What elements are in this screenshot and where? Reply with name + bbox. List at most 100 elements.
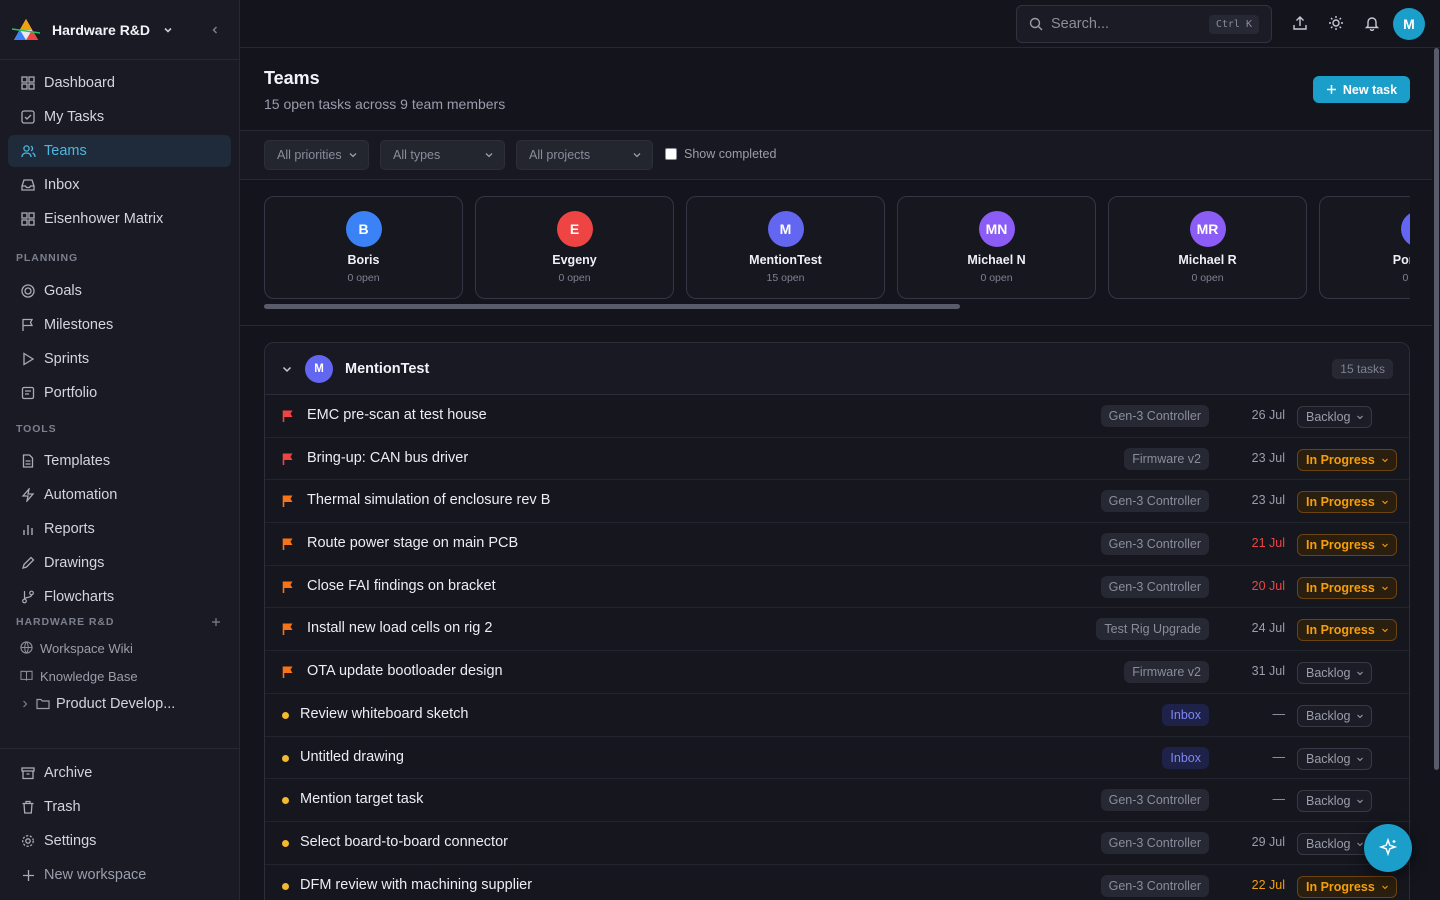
task-row[interactable]: Select board-to-board connector Gen-3 Con… bbox=[265, 822, 1409, 865]
nav-goals[interactable]: Goals bbox=[8, 275, 231, 307]
task-title[interactable]: Review whiteboard sketch bbox=[300, 706, 468, 722]
task-title[interactable]: Close FAI findings on bracket bbox=[307, 578, 496, 594]
group-header[interactable]: M MentionTest 15 tasks bbox=[265, 343, 1409, 395]
status-dropdown[interactable]: Backlog bbox=[1297, 662, 1373, 685]
nav-workspace-wiki[interactable]: Workspace Wiki bbox=[8, 634, 231, 662]
member-card[interactable]: E Evgeny 0 open bbox=[475, 196, 674, 299]
nav-trash[interactable]: Trash bbox=[8, 791, 231, 823]
user-avatar[interactable]: M bbox=[1393, 8, 1425, 40]
task-title[interactable]: EMC pre-scan at test house bbox=[307, 407, 487, 423]
task-row[interactable]: Mention target task Gen-3 Controller — Back… bbox=[265, 779, 1409, 822]
task-title[interactable]: Bring-up: CAN bus driver bbox=[307, 450, 468, 466]
project-tag[interactable]: Gen-3 Controller bbox=[1100, 789, 1209, 812]
task-title[interactable]: Install new load cells on rig 2 bbox=[307, 620, 492, 636]
search-box[interactable]: Search... Ctrl K bbox=[1016, 5, 1272, 43]
status-dropdown[interactable]: Backlog bbox=[1297, 790, 1373, 813]
status-dropdown[interactable]: Backlog bbox=[1297, 747, 1373, 770]
task-row[interactable]: OTA update bootloader design Firmware v2 3… bbox=[265, 651, 1409, 694]
task-row[interactable]: Untitled drawing Inbox — Backlog bbox=[265, 737, 1409, 780]
task-title[interactable]: DFM review with machining supplier bbox=[300, 877, 532, 893]
chevron-down-icon bbox=[1381, 500, 1388, 505]
nav-templates[interactable]: Templates bbox=[8, 445, 231, 477]
project-tag[interactable]: Firmware v2 bbox=[1124, 661, 1209, 684]
task-title[interactable]: Route power stage on main PCB bbox=[307, 535, 518, 551]
task-row[interactable]: Thermal simulation of enclosure rev B Gen… bbox=[265, 480, 1409, 524]
priority-dot-icon bbox=[282, 839, 289, 847]
nav-inbox[interactable]: Inbox bbox=[8, 169, 231, 201]
project-tag[interactable]: Inbox bbox=[1162, 703, 1209, 726]
project-tag[interactable]: Gen-3 Controller bbox=[1100, 533, 1209, 556]
chevron-right-icon[interactable] bbox=[20, 699, 30, 709]
project-tag[interactable]: Gen-3 Controller bbox=[1100, 575, 1209, 598]
chevron-down-icon[interactable] bbox=[281, 363, 293, 375]
task-title[interactable]: Select board-to-board connector bbox=[300, 834, 508, 850]
status-dropdown[interactable]: In Progress bbox=[1297, 619, 1397, 642]
task-row[interactable]: Review whiteboard sketch Inbox — Backlog bbox=[265, 694, 1409, 737]
status-dropdown[interactable]: In Progress bbox=[1297, 448, 1397, 471]
nav-knowledge-base[interactable]: Knowledge Base bbox=[8, 662, 231, 690]
project-tag[interactable]: Gen-3 Controller bbox=[1100, 874, 1209, 897]
upload-icon[interactable] bbox=[1292, 15, 1308, 31]
task-row[interactable]: Close FAI findings on bracket Gen-3 Contr… bbox=[265, 566, 1409, 609]
collapse-sidebar-icon[interactable] bbox=[209, 24, 221, 36]
group-name: MentionTest bbox=[345, 360, 430, 377]
status-dropdown[interactable]: Backlog bbox=[1297, 406, 1373, 428]
project-tag[interactable]: Inbox bbox=[1162, 746, 1209, 769]
filter-bar: All priorities All types All projects Sh… bbox=[240, 131, 1432, 180]
status-dropdown[interactable]: In Progress bbox=[1297, 491, 1397, 514]
member-card[interactable]: P Portfolio 0 open bbox=[1319, 196, 1410, 299]
show-completed-checkbox[interactable] bbox=[665, 148, 677, 160]
project-tag[interactable]: Firmware v2 bbox=[1124, 447, 1209, 470]
status-dropdown[interactable]: In Progress bbox=[1297, 534, 1397, 557]
task-row[interactable]: Install new load cells on rig 2 Test Rig … bbox=[265, 608, 1409, 652]
new-task-button[interactable]: New task bbox=[1313, 76, 1410, 103]
sun-icon[interactable] bbox=[1328, 15, 1344, 31]
member-card[interactable]: MR Michael R 0 open bbox=[1108, 196, 1307, 299]
member-card[interactable]: M MentionTest 15 open bbox=[686, 196, 885, 299]
ai-assistant-button[interactable] bbox=[1364, 824, 1412, 872]
type-filter[interactable]: All types bbox=[380, 140, 505, 170]
nav-sprints[interactable]: Sprints bbox=[8, 343, 231, 375]
nav-flowcharts[interactable]: Flowcharts bbox=[8, 581, 231, 613]
nav-my-tasks[interactable]: My Tasks bbox=[8, 101, 231, 133]
task-row[interactable]: Bring-up: CAN bus driver Firmware v2 23 Ju… bbox=[265, 438, 1409, 481]
workspace-switcher[interactable]: Hardware R&D bbox=[0, 0, 239, 60]
nav-automation[interactable]: Automation bbox=[8, 479, 231, 511]
plus-icon[interactable] bbox=[211, 617, 221, 627]
status-dropdown[interactable]: Backlog bbox=[1297, 704, 1373, 727]
nav-milestones[interactable]: Milestones bbox=[8, 309, 231, 341]
project-tag[interactable]: Gen-3 Controller bbox=[1100, 405, 1209, 427]
nav-settings[interactable]: Settings bbox=[8, 825, 231, 857]
task-title[interactable]: Untitled drawing bbox=[300, 749, 404, 765]
task-title[interactable]: Mention target task bbox=[300, 791, 423, 807]
folder-product-development[interactable]: Product Develop... bbox=[8, 690, 231, 718]
nav-reports[interactable]: Reports bbox=[8, 513, 231, 545]
priority-filter[interactable]: All priorities bbox=[264, 140, 369, 170]
nav-portfolio[interactable]: Portfolio bbox=[8, 377, 231, 409]
status-dropdown[interactable]: In Progress bbox=[1297, 576, 1397, 599]
project-tag[interactable]: Gen-3 Controller bbox=[1100, 490, 1209, 513]
task-title[interactable]: OTA update bootloader design bbox=[307, 663, 503, 679]
horizontal-scrollbar[interactable] bbox=[264, 304, 960, 309]
status-dropdown[interactable]: In Progress bbox=[1297, 875, 1397, 898]
page-subtitle: 15 open tasks across 9 team members bbox=[264, 96, 506, 112]
nav-teams[interactable]: Teams bbox=[8, 135, 231, 167]
task-row[interactable]: Route power stage on main PCB Gen-3 Contr… bbox=[265, 523, 1409, 566]
vertical-scrollbar[interactable] bbox=[1434, 48, 1439, 770]
status-dropdown[interactable]: Backlog bbox=[1297, 832, 1373, 855]
task-title[interactable]: Thermal simulation of enclosure rev B bbox=[307, 492, 550, 508]
nav-drawings[interactable]: Drawings bbox=[8, 547, 231, 579]
project-tag[interactable]: Gen-3 Controller bbox=[1100, 831, 1209, 854]
member-card[interactable]: MN Michael N 0 open bbox=[897, 196, 1096, 299]
new-workspace-button[interactable]: New workspace bbox=[8, 859, 231, 891]
member-card[interactable]: B Boris 0 open bbox=[264, 196, 463, 299]
priority-flag-icon bbox=[282, 453, 293, 465]
project-filter[interactable]: All projects bbox=[516, 140, 653, 170]
nav-dashboard[interactable]: Dashboard bbox=[8, 67, 231, 99]
nav-eisenhower-matrix[interactable]: Eisenhower Matrix bbox=[8, 203, 231, 235]
bell-icon[interactable] bbox=[1364, 15, 1380, 31]
task-row[interactable]: EMC pre-scan at test house Gen-3 Controll… bbox=[265, 395, 1409, 438]
task-row[interactable]: DFM review with machining supplier Gen-3 … bbox=[265, 865, 1409, 900]
nav-archive[interactable]: Archive bbox=[8, 757, 231, 789]
project-tag[interactable]: Test Rig Upgrade bbox=[1096, 618, 1209, 641]
